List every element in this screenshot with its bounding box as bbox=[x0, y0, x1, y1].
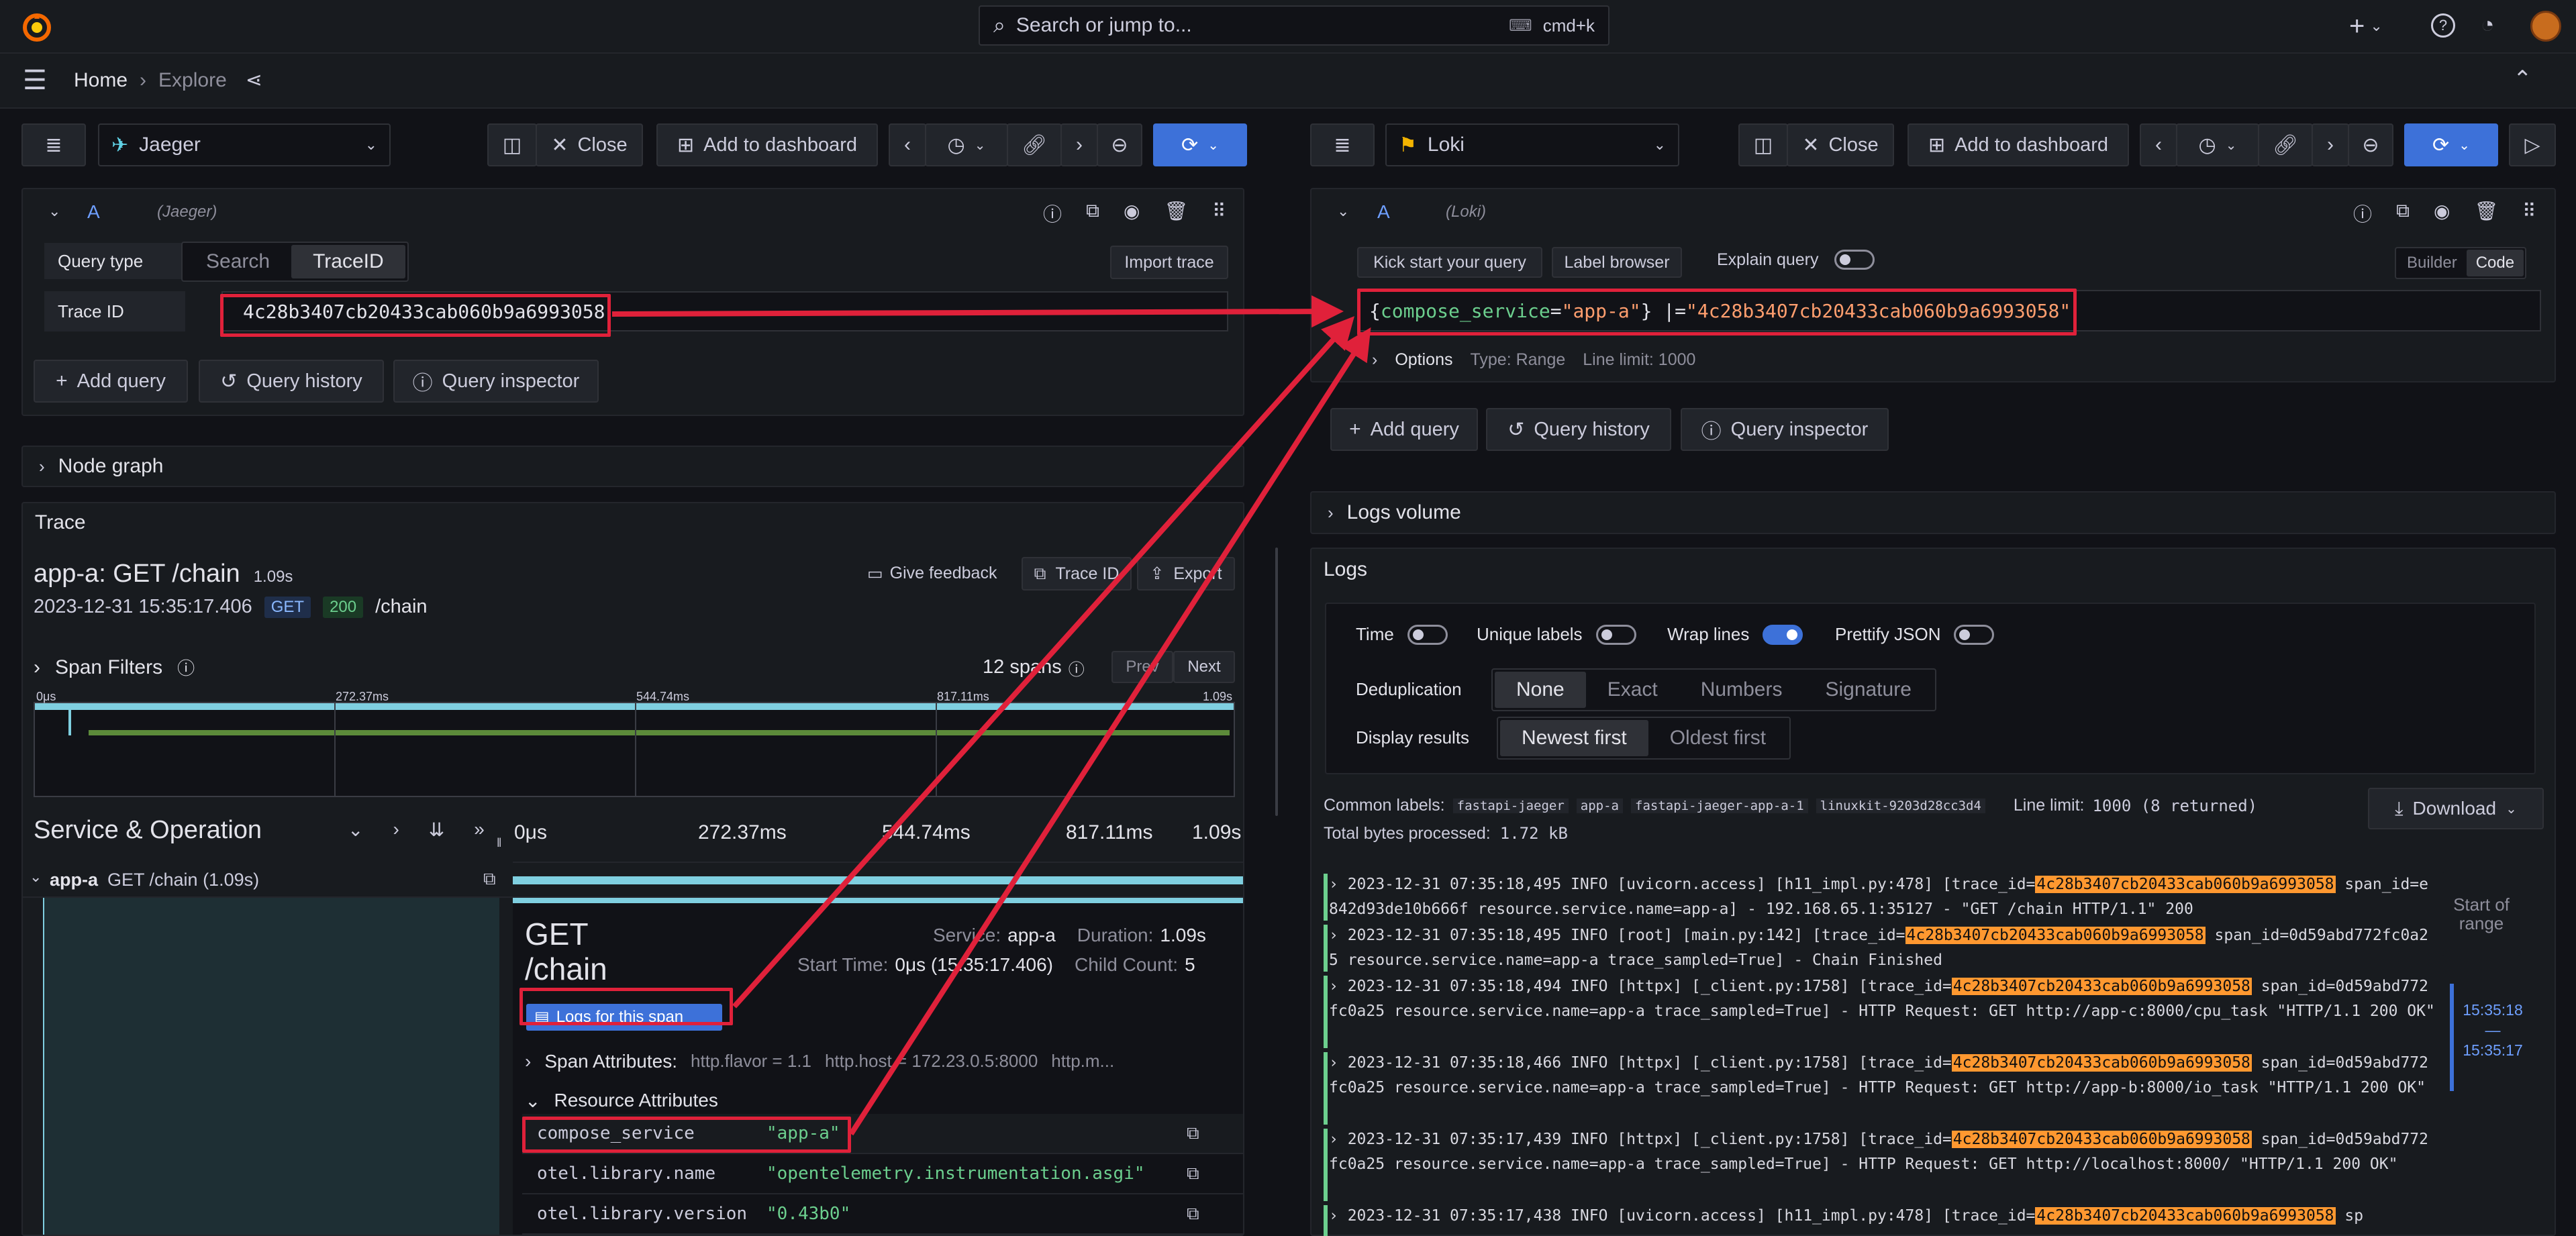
arrow-compose-service-to-logql bbox=[848, 327, 1371, 1136]
arrow-logs-button-to-logql bbox=[732, 316, 1355, 1009]
arrow-traceid-to-logql bbox=[611, 295, 1344, 328]
annotation-arrows bbox=[611, 295, 1371, 1136]
